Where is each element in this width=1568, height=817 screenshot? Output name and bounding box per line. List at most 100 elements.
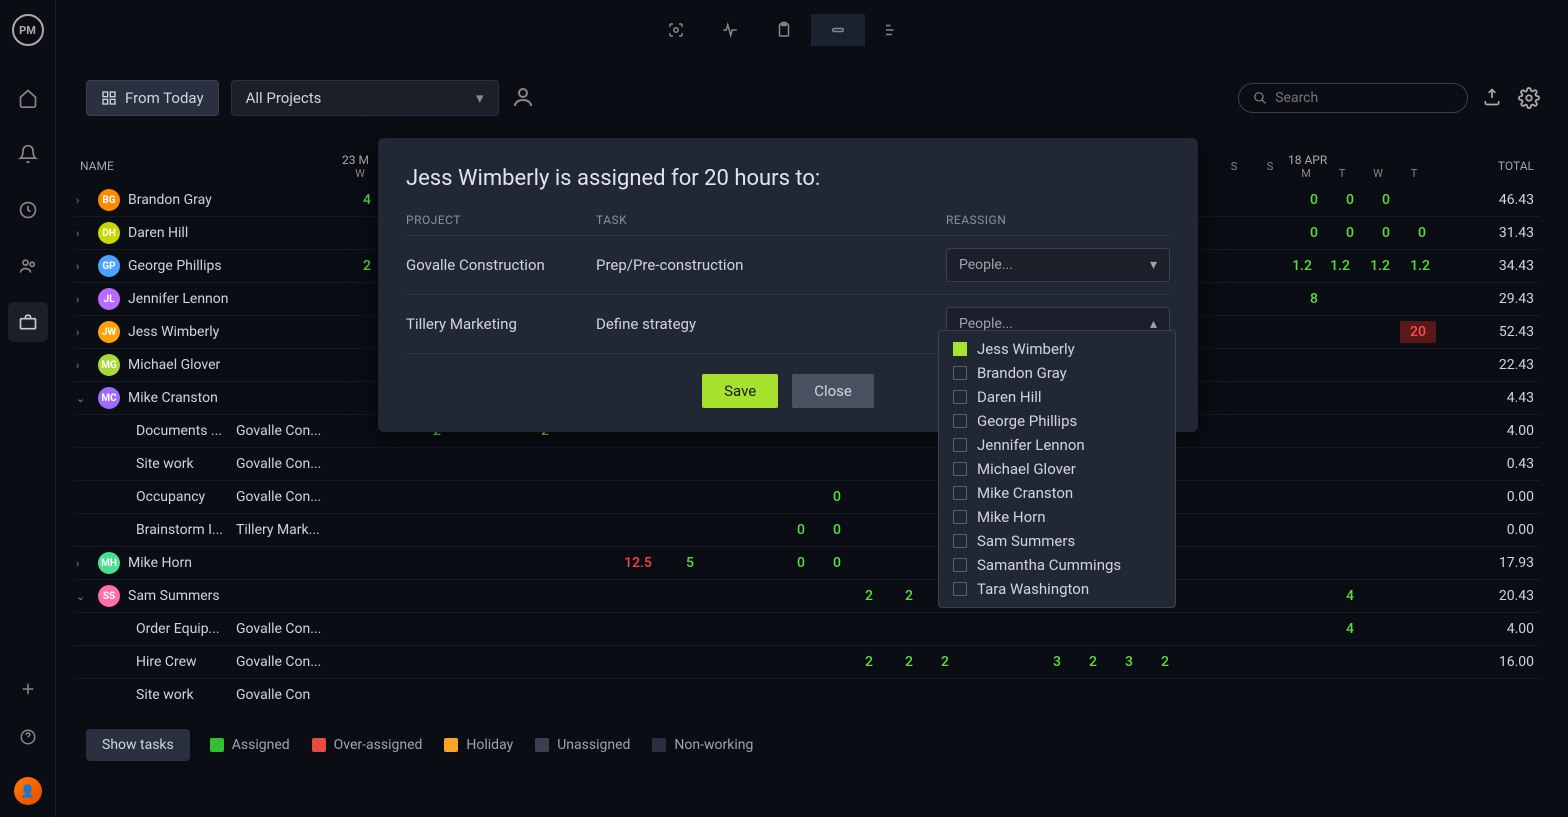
hours-cell[interactable]: 2 [927,654,963,670]
settings-icon[interactable] [1518,87,1540,109]
hours-cell[interactable]: 2 [1075,654,1111,670]
checkbox[interactable] [953,534,967,548]
hours-cell[interactable]: 0 [1296,225,1332,241]
checkbox[interactable] [953,390,967,404]
checkbox[interactable] [953,558,967,572]
dropdown-item[interactable]: Brandon Gray [939,361,1175,385]
hours-cell[interactable]: 8 [1296,291,1332,307]
hours-cell[interactable]: 0 [1368,225,1404,241]
hours-cell[interactable]: 3 [1039,654,1075,670]
people-select-0[interactable]: People...▾ [946,248,1170,282]
task-row[interactable]: Brainstorm I...Tillery Mark...000.00 [74,514,1540,547]
view-scan-icon[interactable] [649,14,703,46]
hours-cell[interactable]: 2 [1147,654,1183,670]
hours-cell[interactable]: 2 [851,588,887,604]
hours-cell[interactable]: 1.2 [1284,258,1320,274]
clock-icon[interactable] [8,190,48,230]
modal-title: Jess Wimberly is assigned for 20 hours t… [406,166,1170,191]
people-icon[interactable] [8,246,48,286]
task-row[interactable]: Hire CrewGovalle Con...222323216.00 [74,646,1540,679]
checkbox[interactable] [953,486,967,500]
hours-cell[interactable]: 3 [1111,654,1147,670]
hours-cell[interactable]: 0 [1368,192,1404,208]
hours-cell[interactable]: 2 [891,654,927,670]
dropdown-item[interactable]: Jennifer Lennon [939,433,1175,457]
task-row[interactable]: Site workGovalle Con [74,679,1540,701]
checkbox[interactable] [953,510,967,524]
dropdown-item[interactable]: Jess Wimberly [939,337,1175,361]
expand-caret[interactable]: › [76,557,90,570]
header-bar: From Today All Projects ▾ [86,78,1540,118]
expand-caret[interactable]: › [76,293,90,306]
expand-caret[interactable]: › [76,260,90,273]
task-row[interactable]: Order Equip...Govalle Con...44.00 [74,613,1540,646]
hours-cell[interactable]: 0 [1332,192,1368,208]
dropdown-label: Tara Washington [977,580,1089,598]
expand-caret[interactable]: › [76,194,90,207]
checkbox[interactable] [953,366,967,380]
view-flow-icon[interactable] [865,14,919,46]
row-total: 34.43 [1480,258,1534,274]
hours-cell[interactable]: 2 [851,654,887,670]
checkbox[interactable] [953,342,967,356]
hours-cell[interactable]: 20 [1400,321,1436,343]
view-activity-icon[interactable] [703,14,757,46]
hours-cell[interactable]: 4 [1332,588,1368,604]
search-input[interactable] [1275,90,1453,106]
view-link-icon[interactable] [811,14,865,46]
dropdown-item[interactable]: Tara Washington [939,577,1175,601]
user-avatar[interactable]: 👤 [14,777,42,805]
hours-cell[interactable]: 0 [1332,225,1368,241]
checkbox[interactable] [953,438,967,452]
expand-caret[interactable]: › [76,227,90,240]
hours-cell[interactable]: 0 [783,555,819,571]
expand-caret[interactable]: › [76,326,90,339]
person-row[interactable]: ⌄SSSam Summers222420.43 [74,580,1540,613]
home-icon[interactable] [8,78,48,118]
hours-cell[interactable]: 0 [1404,225,1440,241]
dropdown-item[interactable]: Daren Hill [939,385,1175,409]
from-today-button[interactable]: From Today [86,80,219,116]
hours-cell[interactable]: 5 [672,555,708,571]
row-total: 4.00 [1480,423,1534,439]
hours-cell[interactable]: 0 [819,522,855,538]
save-button[interactable]: Save [702,374,778,408]
expand-caret[interactable]: ⌄ [76,590,90,603]
expand-caret[interactable]: ⌄ [76,392,90,405]
hours-cell[interactable]: 0 [783,522,819,538]
hours-cell[interactable]: 4 [1332,621,1368,637]
briefcase-icon[interactable] [8,302,48,342]
task-row[interactable]: Site workGovalle Con...0.43 [74,448,1540,481]
hours-cell[interactable]: 0 [819,555,855,571]
dropdown-item[interactable]: Michael Glover [939,457,1175,481]
hours-cell[interactable]: 1.2 [1362,258,1398,274]
checkbox[interactable] [953,582,967,596]
person-filter-icon[interactable] [511,85,537,111]
dropdown-item[interactable]: Mike Cranston [939,481,1175,505]
person-row[interactable]: ›MHMike Horn12.550017.93 [74,547,1540,580]
project-select[interactable]: All Projects ▾ [231,80,499,116]
close-button[interactable]: Close [792,374,874,408]
chevron-down-icon: ▾ [476,89,484,107]
checkbox[interactable] [953,462,967,476]
hours-cell[interactable]: 0 [819,489,855,505]
dropdown-item[interactable]: Samantha Cummings [939,553,1175,577]
export-icon[interactable] [1482,87,1504,109]
view-clipboard-icon[interactable] [757,14,811,46]
help-icon[interactable] [8,717,48,757]
show-tasks-button[interactable]: Show tasks [86,729,190,761]
hours-cell[interactable]: 2 [891,588,927,604]
bell-icon[interactable] [8,134,48,174]
task-row[interactable]: OccupancyGovalle Con...00.00 [74,481,1540,514]
expand-caret[interactable]: › [76,359,90,372]
hours-cell[interactable]: 12.5 [620,555,656,571]
search-box[interactable] [1238,83,1468,113]
dropdown-item[interactable]: George Phillips [939,409,1175,433]
dropdown-item[interactable]: Sam Summers [939,529,1175,553]
hours-cell[interactable]: 1.2 [1402,258,1438,274]
hours-cell[interactable]: 1.2 [1322,258,1358,274]
dropdown-item[interactable]: Mike Horn [939,505,1175,529]
plus-icon[interactable] [8,669,48,709]
hours-cell[interactable]: 0 [1296,192,1332,208]
checkbox[interactable] [953,414,967,428]
